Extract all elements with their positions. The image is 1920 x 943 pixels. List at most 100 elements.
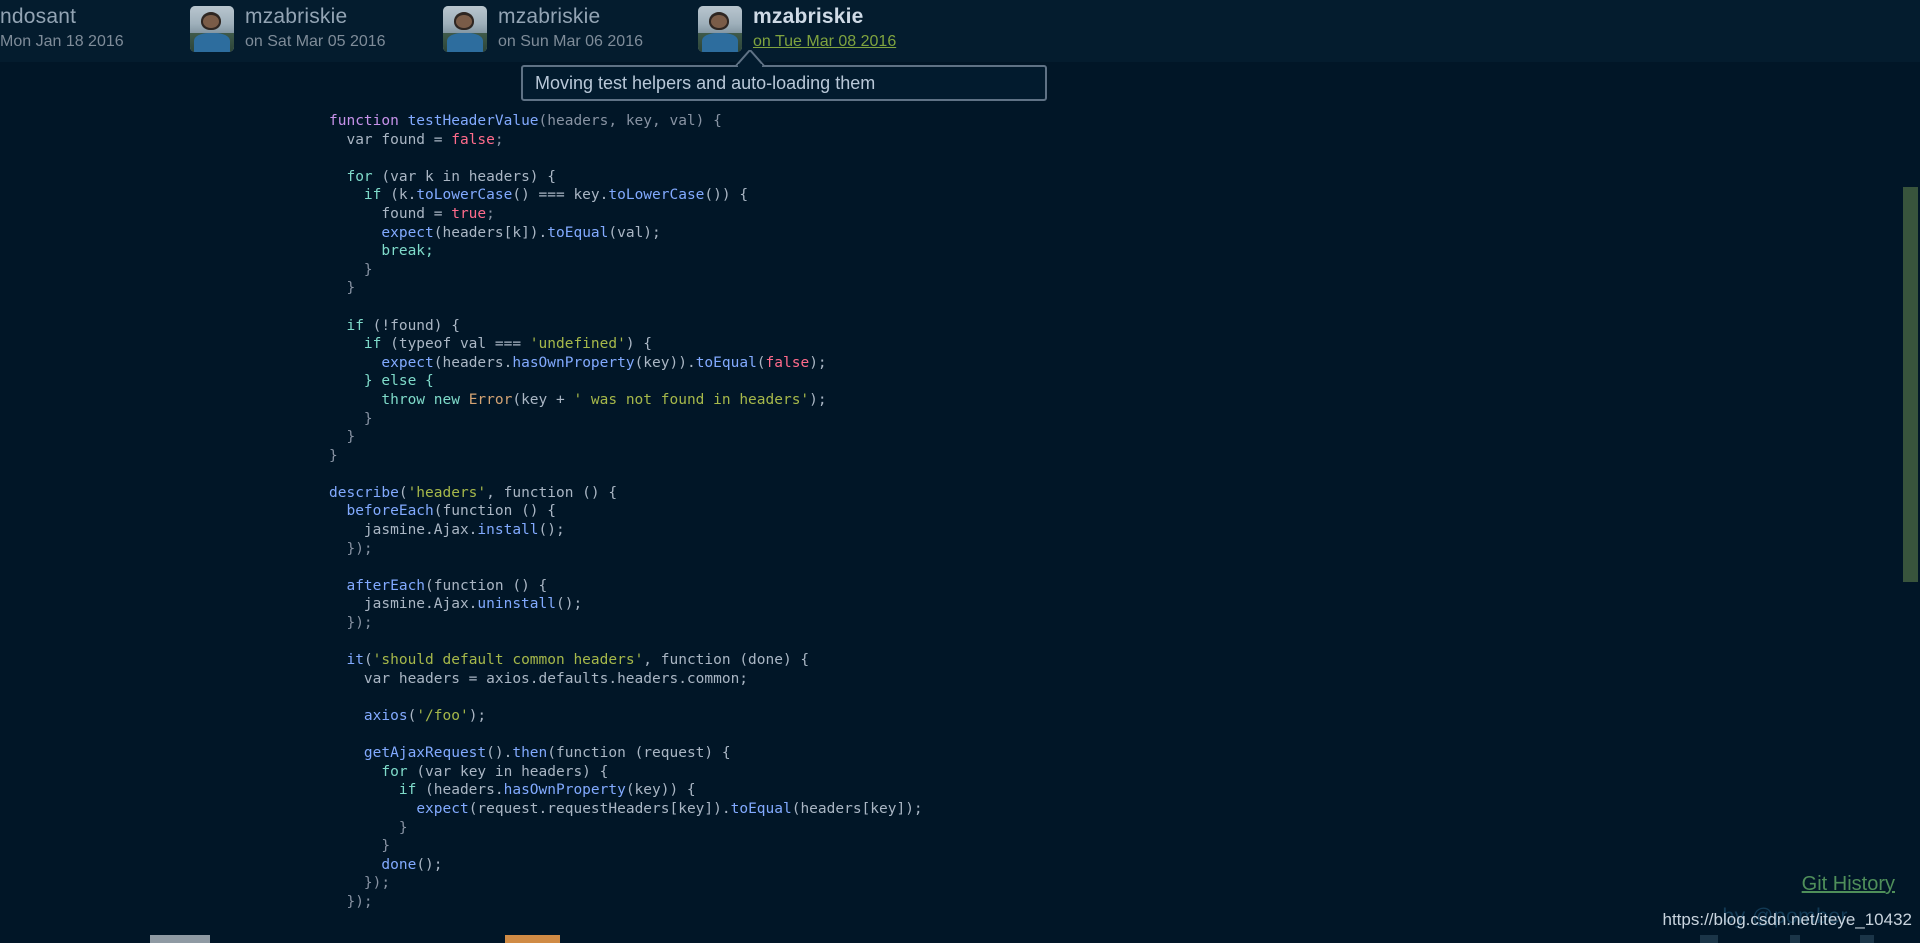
code-token: beforeEach: [346, 503, 434, 520]
avatar: [190, 6, 234, 52]
minimap-segment[interactable]: [150, 935, 210, 943]
code-token: toEqual: [695, 354, 757, 371]
code-token: if: [329, 187, 391, 204]
code-token: } else {: [329, 373, 434, 390]
commit-date[interactable]: Mon Jan 18 2016: [0, 34, 124, 50]
code-token: );: [468, 708, 487, 724]
code-token: testHeaderValue: [407, 113, 539, 129]
commit-entry[interactable]: ndosant Mon Jan 18 2016: [0, 0, 124, 62]
code-token: hasOwnProperty: [512, 354, 635, 371]
code-token: var found =: [329, 131, 452, 148]
code-token: }: [329, 280, 356, 297]
commit-entry[interactable]: mzabriskie on Sat Mar 05 2016: [190, 0, 386, 62]
code-line: expect(headers[k]).toEqual(val);: [329, 224, 923, 243]
code-line: if (!found) {: [329, 317, 923, 336]
commit-timeline-bar[interactable]: ndosant Mon Jan 18 2016 mzabriskie on Sat M…: [0, 0, 1920, 62]
minimap-segment[interactable]: [505, 935, 560, 943]
code-token: (: [756, 354, 766, 371]
code-token: 'headers': [407, 484, 487, 501]
code-token: }: [329, 838, 391, 855]
code-token: 'should default common headers': [372, 652, 644, 669]
code-line: }: [329, 279, 923, 298]
code-token: then: [512, 745, 548, 762]
code-line: }: [329, 428, 923, 447]
code-token: false: [451, 131, 495, 148]
code-token: toLowerCase: [608, 187, 705, 204]
code-token: throw new: [329, 391, 469, 408]
code-token: }: [329, 261, 373, 278]
code-token: true: [451, 205, 487, 222]
url-watermark: https://blog.csdn.net/iteye_10432: [1662, 910, 1912, 929]
code-line: for (var key in headers) {: [329, 763, 923, 782]
code-token: jasmine.Ajax.: [329, 596, 478, 613]
code-token: ;: [486, 205, 495, 222]
code-token: break;: [329, 243, 434, 260]
code-line: });: [329, 540, 923, 559]
code-token: () === key.: [512, 187, 609, 204]
code-line: expect(headers.hasOwnProperty(key)).toEq…: [329, 354, 923, 373]
commit-author: mzabriskie: [245, 5, 348, 28]
code-token: expect: [381, 354, 434, 371]
code-line: throw new Error(key + ' was not found in…: [329, 391, 923, 410]
code-token: done: [381, 856, 417, 873]
commit-entry[interactable]: mzabriskie on Tue Mar 08 2016: [698, 0, 896, 62]
code-token: ();: [538, 522, 565, 539]
commit-author: mzabriskie: [753, 5, 864, 28]
code-token: (typeof val ===: [390, 336, 530, 353]
minimap-strip[interactable]: [0, 935, 1920, 943]
minimap-segment[interactable]: [1790, 935, 1800, 943]
code-token: );: [809, 391, 827, 408]
code-line: if (k.toLowerCase() === key.toLowerCase(…: [329, 186, 923, 205]
code-token: uninstall: [477, 596, 556, 613]
git-history-link[interactable]: Git History: [1802, 873, 1895, 896]
code-token: });: [329, 540, 373, 557]
code-token: jasmine.Ajax.: [329, 522, 478, 539]
code-line: done();: [329, 856, 923, 875]
code-token: for: [329, 763, 417, 780]
code-line: if (headers.hasOwnProperty(key)) {: [329, 781, 923, 800]
code-line: break;: [329, 242, 923, 261]
code-token: (var k in headers) {: [381, 168, 556, 185]
code-token: toLowerCase: [416, 187, 513, 204]
code-line: for (var k in headers) {: [329, 168, 923, 187]
code-token: ;: [494, 131, 504, 148]
code-token: getAjaxRequest: [363, 745, 487, 762]
code-token: '/foo': [416, 708, 469, 724]
code-token: if: [329, 317, 373, 334]
vertical-scrollbar-track[interactable]: [1903, 62, 1920, 943]
code-viewer[interactable]: function testHeaderValue(headers, key, v…: [0, 62, 1920, 932]
code-line: }: [329, 819, 923, 838]
code-line: expect(request.requestHeaders[key]).toEq…: [329, 800, 922, 819]
code-token: ();: [416, 856, 443, 873]
code-token: (: [398, 484, 408, 501]
minimap-segment[interactable]: [1860, 935, 1874, 943]
code-token: (headers.: [425, 782, 504, 799]
commit-date[interactable]: on Tue Mar 08 2016: [753, 34, 896, 50]
vertical-scrollbar-thumb[interactable]: [1903, 187, 1918, 582]
minimap-segment[interactable]: [1700, 935, 1718, 943]
code-token: (key)).: [634, 354, 696, 371]
commit-entry[interactable]: mzabriskie on Sun Mar 06 2016: [443, 0, 643, 62]
code-line: describe('headers', function () {: [329, 484, 923, 503]
commit-date[interactable]: on Sun Mar 06 2016: [498, 34, 643, 50]
code-token: ();: [555, 596, 583, 613]
code-token: describe: [329, 484, 399, 501]
code-token: for: [329, 168, 382, 185]
code-token: (k.: [390, 187, 417, 204]
code-token: ().: [486, 745, 513, 762]
commit-date[interactable]: on Sat Mar 05 2016: [245, 34, 386, 50]
code-line: });: [329, 893, 923, 912]
code-token: ) {: [625, 336, 653, 353]
code-line: jasmine.Ajax.install();: [329, 521, 923, 540]
code-token: ' was not found in headers': [573, 391, 810, 408]
code-token: (: [363, 652, 373, 669]
